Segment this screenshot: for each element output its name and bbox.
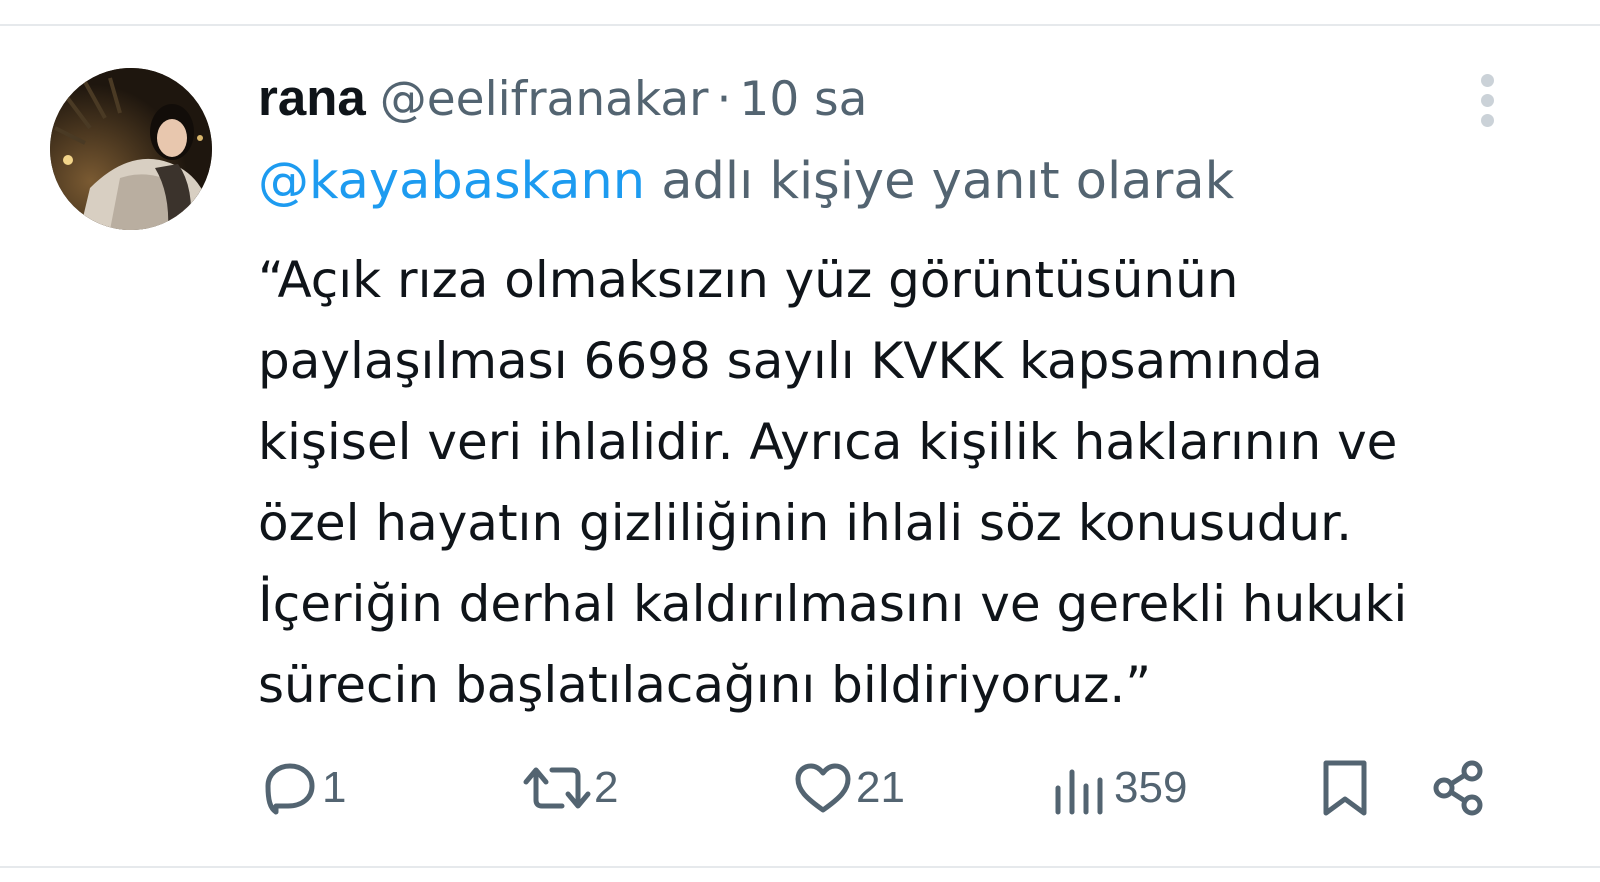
tweet-text: “Açık rıza olmaksızın yüz görüntüsünün p…	[258, 240, 1548, 726]
more-options-button[interactable]	[1468, 72, 1508, 128]
bookmark-button[interactable]	[1314, 756, 1376, 820]
reply-button[interactable]: 1	[258, 756, 346, 820]
user-handle[interactable]: @eelifranakar	[380, 72, 709, 127]
reply-context: @kayabaskann adlı kişiye yanıt olarak	[258, 150, 1234, 214]
views-icon	[1055, 769, 1103, 815]
tweet-text-line: paylaşılması 6698 sayılı KVKK kapsamında	[258, 332, 1323, 390]
repost-icon	[523, 767, 591, 809]
like-count: 21	[856, 763, 905, 812]
tweet-text-line: sürecin başlatılacağını bildiriyoruz.”	[258, 656, 1152, 714]
tweet-text-line: özel hayatın gizliliğinin ihlali söz kon…	[258, 494, 1352, 552]
share-button[interactable]	[1428, 756, 1490, 820]
bottom-divider	[0, 866, 1600, 868]
separator-dot: ·	[716, 72, 732, 127]
more-vertical-icon-dot	[1481, 94, 1494, 107]
views-button[interactable]: 359	[1050, 756, 1187, 820]
tweet-text-line: kişisel veri ihlalidir. Ayrıca kişilik h…	[258, 413, 1398, 471]
reply-to-handle[interactable]: @kayabaskann	[258, 152, 645, 211]
top-divider	[0, 24, 1600, 26]
tweet-header: rana @eelifranakar · 10 sa	[258, 68, 867, 128]
heart-icon	[795, 763, 851, 813]
display-name[interactable]: rana	[258, 69, 366, 126]
more-vertical-icon-dot	[1481, 114, 1494, 127]
reply-icon	[265, 763, 315, 815]
views-count: 359	[1114, 763, 1188, 812]
avatar-photo	[50, 68, 212, 230]
timestamp[interactable]: 10 sa	[739, 72, 867, 127]
avatar[interactable]	[50, 68, 212, 230]
bookmark-icon	[1323, 760, 1367, 816]
tweet-text-line: “Açık rıza olmaksızın yüz görüntüsünün	[258, 251, 1239, 309]
tweet-text-line: İçeriğin derhal kaldırılmasını ve gerekl…	[258, 575, 1408, 633]
share-icon	[1433, 760, 1483, 816]
more-vertical-icon	[1481, 74, 1494, 87]
repost-count: 2	[594, 763, 619, 812]
repost-button[interactable]: 2	[522, 756, 618, 820]
reply-context-label: adlı kişiye yanıt olarak	[645, 152, 1235, 211]
reply-count: 1	[322, 763, 347, 812]
like-button[interactable]: 21	[792, 756, 905, 820]
